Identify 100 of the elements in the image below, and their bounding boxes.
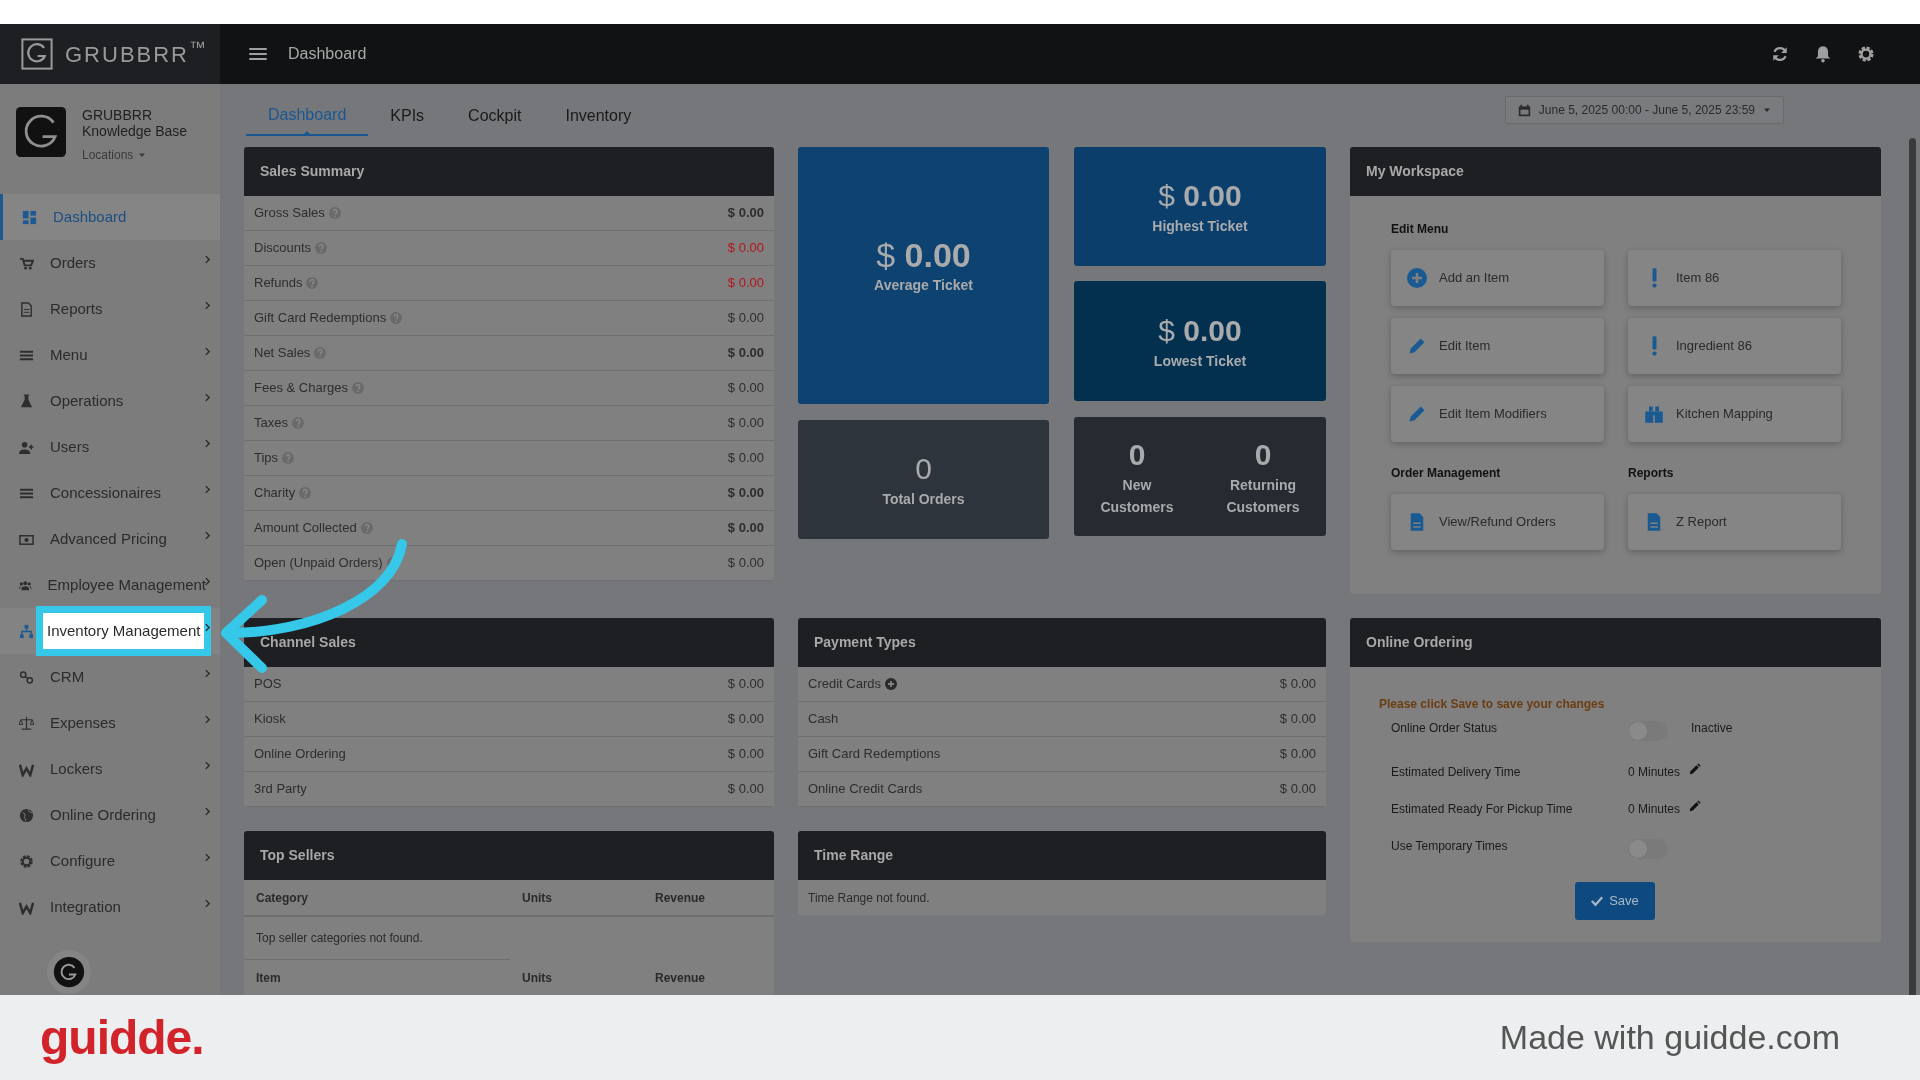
workspace-button[interactable]: Z Report	[1628, 494, 1841, 550]
stat-value: 0	[1254, 436, 1272, 473]
row-value: $ 0.00	[727, 675, 764, 694]
column-header: Revenue	[655, 969, 706, 987]
sidebar-item[interactable]: Dashboard	[0, 194, 220, 240]
sidebar-item[interactable]: Expenses	[0, 700, 220, 746]
stat-label: Returning Customers	[1225, 475, 1301, 517]
column-header: Category	[256, 889, 309, 907]
row-label: 3rd Party	[254, 780, 307, 799]
sidebar-item[interactable]: Employee Management	[0, 562, 220, 608]
card-title: Top Sellers	[260, 846, 335, 865]
stat-label: Total Orders	[882, 490, 965, 509]
section-title: Reports	[1628, 465, 1675, 482]
row-label: Refunds	[254, 274, 303, 293]
time-value: 0 Minutes	[1628, 801, 1681, 818]
stat-label: Average Ticket	[874, 276, 973, 295]
status-text: Inactive	[1691, 720, 1733, 737]
workspace-button[interactable]: Kitchen Mapping	[1628, 386, 1841, 442]
locations-dropdown[interactable]: Locations	[82, 146, 192, 164]
stat-value: $ 0.00	[876, 235, 971, 275]
time-value: 0 Minutes	[1628, 764, 1681, 781]
stat-value: $ 0.00	[1158, 312, 1242, 349]
section-title: Order Management	[1391, 465, 1502, 482]
row-value: $ 0.00	[727, 309, 764, 328]
sidebar-item[interactable]: Lockers	[0, 746, 220, 792]
row-value: $ 0.00	[1279, 710, 1316, 729]
tab[interactable]: Cockpit	[446, 96, 544, 136]
sidebar-item[interactable]: Advanced Pricing	[0, 516, 220, 562]
card-title: Channel Sales	[260, 633, 356, 652]
date-range-picker[interactable]: June 5, 2025 00:00 - June 5, 2025 23:59	[1504, 96, 1784, 124]
row-label: Open (Unpaid Orders)	[254, 554, 383, 573]
brand-logo-text: guidde.	[40, 1009, 204, 1066]
sidebar-item[interactable]: Integration	[0, 884, 220, 930]
row-label: Taxes	[254, 414, 288, 433]
row-label: Charity	[254, 484, 296, 503]
row-label: Tips	[254, 449, 279, 468]
row-value: $ 0.00	[727, 780, 764, 799]
workspace-button[interactable]: Edit Item Modifiers	[1391, 386, 1604, 442]
sidebar-item[interactable]: Operations	[0, 378, 220, 424]
stat-label: New Customers	[1099, 475, 1175, 517]
row-value: $ 0.00	[727, 344, 764, 363]
stat-value: 0	[1128, 436, 1146, 473]
empty-message: Top seller categories not found.	[256, 930, 423, 947]
sidebar-item[interactable]: CRM	[0, 654, 220, 700]
row-label: Online Credit Cards	[808, 780, 923, 799]
setting-label: Estimated Ready For Pickup Time	[1391, 801, 1574, 818]
row-value: $ 0.00	[1279, 745, 1316, 764]
sidebar-item[interactable]: Online Ordering	[0, 792, 220, 838]
row-label: Amount Collected	[254, 519, 357, 538]
sidebar-item[interactable]: Concessionaires	[0, 470, 220, 516]
account-name: GRUBBRR Knowledge Base	[82, 107, 189, 139]
workspace-button[interactable]: View/Refund Orders	[1391, 494, 1604, 550]
page-title: Dashboard	[288, 44, 367, 64]
stat-value: 0	[915, 451, 932, 487]
row-label: Kiosk	[254, 710, 286, 729]
row-label: POS	[254, 675, 282, 694]
tab[interactable]: Inventory	[543, 96, 654, 136]
row-value: $ 0.00	[727, 745, 764, 764]
tab[interactable]: KPIs	[368, 96, 447, 136]
row-label: Cash	[808, 710, 839, 729]
row-value: $ 0.00	[727, 554, 764, 573]
save-button[interactable]: Save	[1575, 882, 1655, 920]
empty-message: Time Range not found.	[808, 889, 930, 907]
row-label: Online Ordering	[254, 745, 346, 764]
sidebar-item[interactable]: Users	[0, 424, 220, 470]
credit-text: Made with guidde.com	[1499, 1017, 1840, 1058]
row-value: $ 0.00	[727, 519, 764, 538]
stat-label: Lowest Ticket	[1153, 351, 1247, 371]
column-header: Units	[522, 889, 553, 907]
column-header: Revenue	[655, 889, 706, 907]
workspace-button[interactable]: Add an Item	[1391, 250, 1604, 306]
sidebar-item[interactable]: Inventory Management	[0, 608, 220, 654]
card-title: Payment Types	[814, 633, 916, 652]
sidebar-item[interactable]: Menu	[0, 332, 220, 378]
row-label: Gross Sales	[254, 204, 325, 223]
row-value: $ 0.00	[727, 414, 764, 433]
card-title: My Workspace	[1366, 162, 1464, 181]
workspace-button[interactable]: Item 86	[1628, 250, 1841, 306]
row-label: Gift Card Redemptions	[254, 309, 387, 328]
workspace-button[interactable]: Ingredient 86	[1628, 318, 1841, 374]
stat-value: $ 0.00	[1158, 178, 1242, 214]
row-value: $ 0.00	[1279, 675, 1316, 694]
sidebar-item[interactable]: Configure	[0, 838, 220, 884]
row-value: $ 0.00	[727, 379, 764, 398]
row-value: $ 0.00	[727, 710, 764, 729]
logo-text: GRUBBRR$^{™}$	[65, 37, 208, 69]
card-title: Online Ordering	[1366, 633, 1473, 652]
setting-label: Estimated Delivery Time	[1391, 764, 1522, 781]
row-value: $ 0.00	[727, 484, 764, 503]
row-label: Fees & Charges	[254, 379, 348, 398]
setting-label: Use Temporary Times	[1391, 838, 1509, 855]
card-title: Time Range	[814, 846, 894, 865]
card-title: Sales Summary	[260, 162, 365, 181]
workspace-button[interactable]: Edit Item	[1391, 318, 1604, 374]
sidebar-item[interactable]: Orders	[0, 240, 220, 286]
row-label: Gift Card Redemptions	[808, 745, 941, 764]
row-label: Credit Cards	[808, 675, 881, 694]
row-value: $ 0.00	[727, 239, 764, 258]
sidebar-item[interactable]: Reports	[0, 286, 220, 332]
column-header: Units	[522, 969, 553, 987]
